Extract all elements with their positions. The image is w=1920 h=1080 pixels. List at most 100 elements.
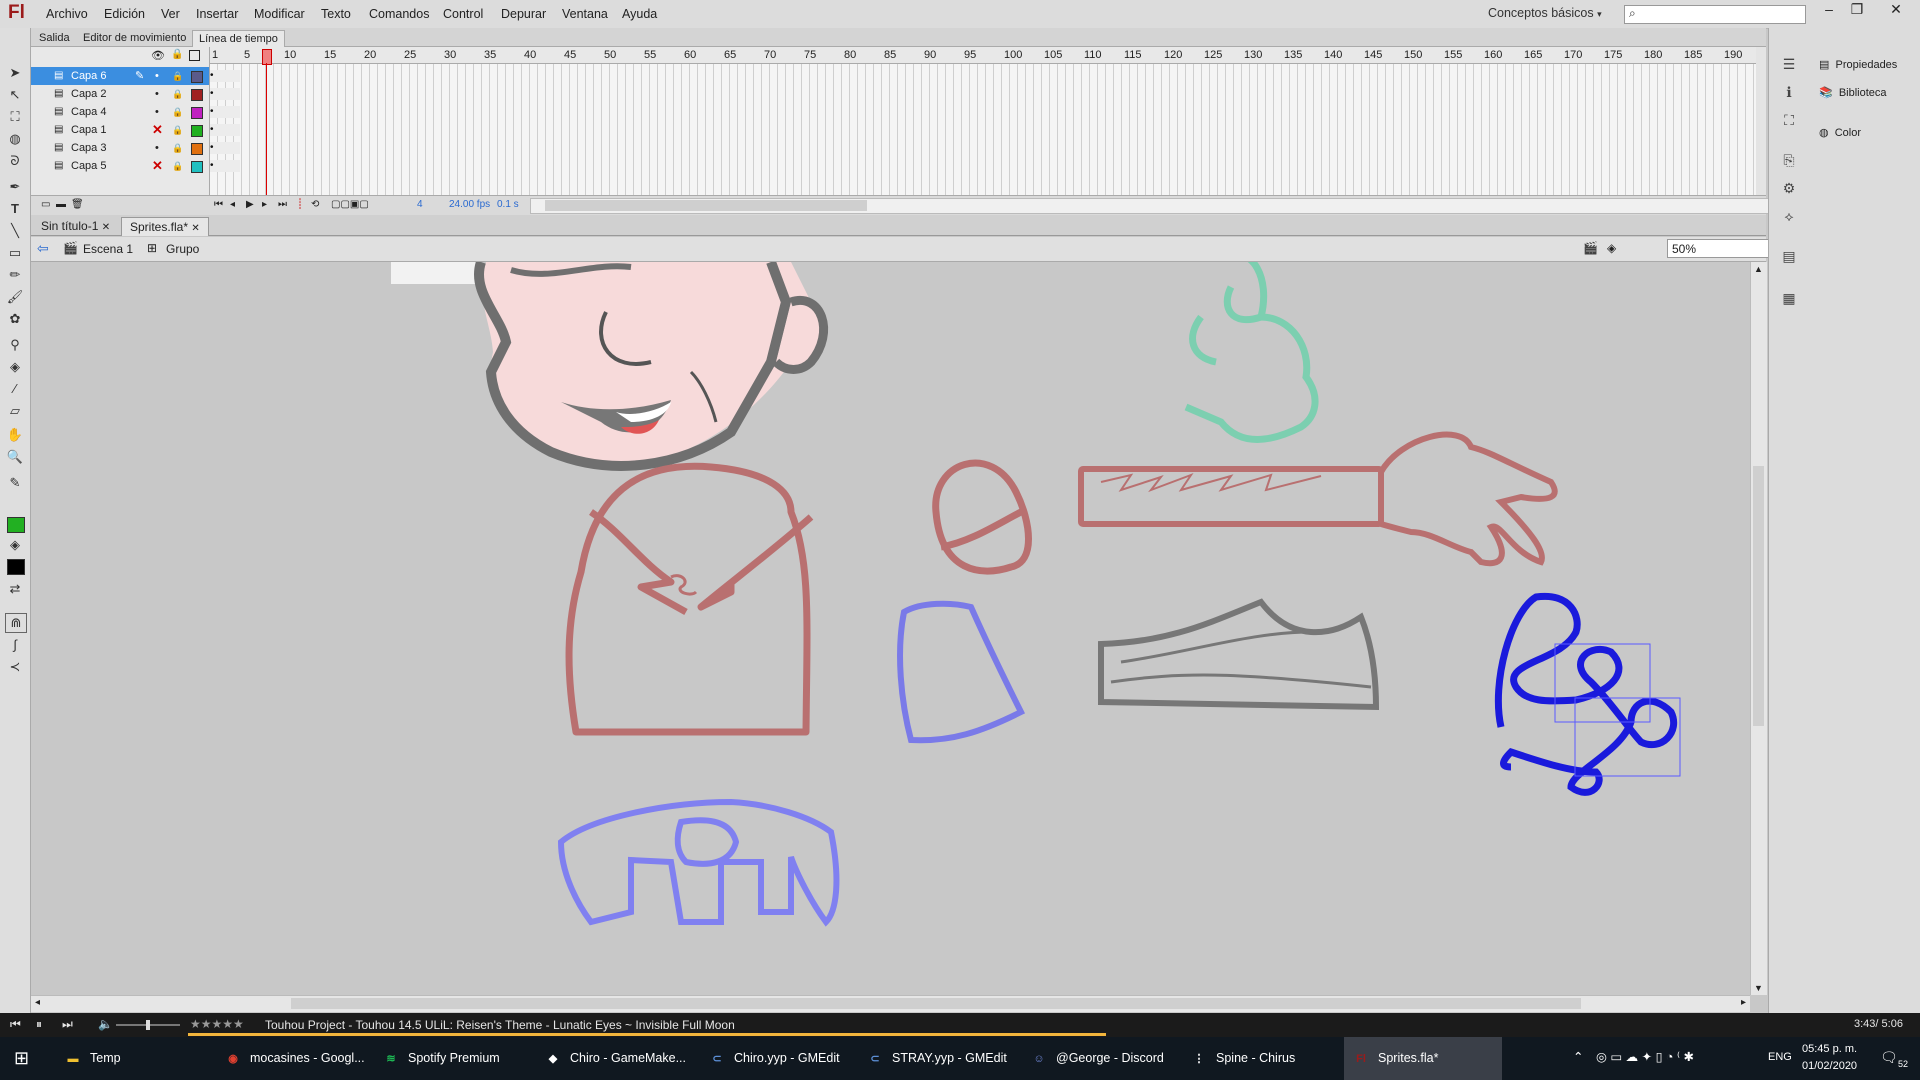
align-icon[interactable]: ☰ <box>1779 56 1799 76</box>
center-frame-icon[interactable]: ┊ <box>297 199 303 210</box>
taskbar-item[interactable]: ◆ Chiro - GameMake... <box>536 1037 694 1080</box>
lock-icon[interactable]: 🔒 <box>172 157 183 175</box>
keyframes[interactable]: • <box>210 160 240 172</box>
layer-color-swatch[interactable] <box>191 143 203 155</box>
lasso-tool-icon[interactable]: ᘐ <box>5 152 25 170</box>
menu-comandos[interactable]: Comandos <box>369 7 429 21</box>
layer-row[interactable]: ▤ Capa 6 ✎ • 🔒 <box>31 67 209 85</box>
menu-ventana[interactable]: Ventana <box>562 7 608 21</box>
lock-icon[interactable]: 🔒 <box>172 85 183 103</box>
volume-slider[interactable] <box>116 1020 180 1030</box>
stage-drawing[interactable] <box>31 262 1747 995</box>
keyframes[interactable]: • <box>210 124 240 136</box>
character-body[interactable] <box>565 462 814 736</box>
layer-color-swatch[interactable] <box>191 71 203 83</box>
blue-shape-sketch[interactable] <box>897 600 1026 744</box>
tray-chevron-icon[interactable]: ⌃ <box>1573 1049 1583 1064</box>
layer-row[interactable]: ▤ Capa 1 ✕ 🔒 <box>31 121 209 139</box>
current-frame-readout[interactable]: 4 <box>417 199 423 210</box>
keyframes[interactable]: • <box>210 106 240 118</box>
hand-tool-icon[interactable]: ✋ <box>5 426 25 444</box>
layer-color-swatch[interactable] <box>191 161 203 173</box>
motion-presets-icon[interactable]: ⟡ <box>1779 208 1799 228</box>
panel-biblioteca[interactable]: 📚 Biblioteca <box>1819 86 1887 99</box>
layer-color-swatch[interactable] <box>191 125 203 137</box>
track-progress[interactable] <box>188 1033 1106 1036</box>
close-icon[interactable]: ✕ <box>191 223 199 234</box>
eraser-tool-icon[interactable]: ▱ <box>5 402 25 420</box>
eyedropper-tool-icon[interactable]: ⁄ <box>5 380 25 398</box>
edit-symbol-icon[interactable]: ◈ <box>1607 241 1616 255</box>
layer-name[interactable]: Capa 3 <box>71 139 106 157</box>
layer-row[interactable]: ▤ Capa 5 ✕ 🔒 <box>31 157 209 175</box>
line-tool-icon[interactable]: ╲ <box>5 222 25 240</box>
play-icon[interactable]: ▶ <box>246 199 254 210</box>
taskbar-item[interactable]: ⋮ Spine - Chirus <box>1182 1037 1340 1080</box>
stage-vertical-scrollbar[interactable]: ▲ ▼ <box>1750 262 1767 995</box>
hidden-x-icon[interactable]: ✕ <box>152 157 163 175</box>
fps-readout[interactable]: 24.00 fps <box>449 199 490 210</box>
taskbar-item[interactable]: Fl Sprites.fla* <box>1344 1037 1502 1080</box>
3d-rotation-tool-icon[interactable]: ◍ <box>5 130 25 148</box>
zoom-tool-icon[interactable]: 🔍 <box>5 448 25 466</box>
minimize-button[interactable]: – <box>1815 1 1843 21</box>
menu-texto[interactable]: Texto <box>321 7 351 21</box>
hidden-x-icon[interactable]: ✕ <box>152 121 163 139</box>
volume-icon[interactable]: 🔈 <box>98 1017 113 1031</box>
project-icon[interactable]: ▤ <box>1779 248 1799 268</box>
windows-start-icon[interactable]: ⊞ <box>14 1048 29 1069</box>
restore-button[interactable]: ❐ <box>1843 1 1871 21</box>
menu-ver[interactable]: Ver <box>161 7 180 21</box>
character-head[interactable] <box>474 262 829 471</box>
swatches-icon[interactable]: ▦ <box>1779 290 1799 310</box>
playhead[interactable] <box>262 47 272 207</box>
transform-icon[interactable]: ⛶ <box>1779 112 1799 132</box>
layer-name[interactable]: Capa 2 <box>71 85 106 103</box>
round-shape-sketch[interactable] <box>932 459 1032 575</box>
layer-color-swatch[interactable] <box>191 107 203 119</box>
stroke-color-swatch[interactable] <box>7 517 25 533</box>
taskbar-item[interactable]: ⊂ Chiro.yyp - GMEdit <box>700 1037 858 1080</box>
belt-sketch[interactable] <box>557 798 840 927</box>
thumbs-up-sketch[interactable] <box>1184 262 1319 443</box>
subselection-tool-icon[interactable]: ↖ <box>5 86 25 104</box>
first-frame-icon[interactable]: ⏮ <box>214 199 223 210</box>
layer-name[interactable]: Capa 4 <box>71 103 106 121</box>
tab-editor-movimiento[interactable]: Editor de movimiento <box>77 30 192 46</box>
menu-insertar[interactable]: Insertar <box>196 7 238 21</box>
breadcrumb-scene[interactable]: Escena 1 <box>83 242 133 256</box>
notifications-icon[interactable]: 🗨 <box>1880 1049 1898 1066</box>
pause-icon[interactable]: ⏸ <box>36 1017 42 1032</box>
layer-row[interactable]: ▤ Capa 3 • 🔒 <box>31 139 209 157</box>
onion-skin-icon[interactable]: ▢▢▣▢ <box>331 199 369 210</box>
eye-icon[interactable]: 👁 <box>151 49 165 62</box>
fill-color-icon[interactable]: ◈ <box>5 536 25 554</box>
keyframes[interactable]: • <box>210 88 240 100</box>
clock-time[interactable]: 05:45 p. m. <box>1802 1043 1857 1055</box>
rectangle-tool-icon[interactable]: ▭ <box>5 244 25 262</box>
rating-stars[interactable]: ★★★★★ <box>190 1017 244 1031</box>
lock-icon[interactable]: 🔒 <box>172 139 183 157</box>
taskbar-item[interactable]: ☺ @George - Discord <box>1022 1037 1180 1080</box>
visible-dot-icon[interactable]: • <box>155 103 159 121</box>
snap-magnet-icon[interactable]: ⋒ <box>5 613 27 633</box>
menu-modificar[interactable]: Modificar <box>254 7 305 21</box>
tab-salida[interactable]: Salida <box>33 30 76 46</box>
next-frame-icon[interactable]: ▸ <box>262 199 267 210</box>
tab-linea-tiempo[interactable]: Línea de tiempo <box>192 30 285 47</box>
layer-name[interactable]: Capa 5 <box>71 157 106 175</box>
workspace-switcher[interactable]: Conceptos básicos ▾ <box>1488 6 1602 20</box>
prev-frame-icon[interactable]: ◂ <box>230 199 235 210</box>
shoe-sketch[interactable] <box>1098 598 1380 711</box>
next-track-icon[interactable]: ⏭ <box>62 1017 73 1032</box>
frame-ruler[interactable]: 1 5 10 15 20 25 30 35 40 45 50 55 60 65 70 75 80 85 90 95 10… <box>210 47 1756 64</box>
scroll-left-icon[interactable]: ◂ <box>35 997 40 1008</box>
lock-icon[interactable]: 🔒 <box>172 121 183 139</box>
loop-icon[interactable]: ⟲ <box>311 199 319 210</box>
layer-row[interactable]: ▤ Capa 4 • 🔒 <box>31 103 209 121</box>
hscroll-thumb[interactable] <box>291 998 1581 1009</box>
scroll-down-icon[interactable]: ▼ <box>1754 983 1763 993</box>
last-frame-icon[interactable]: ⏭ <box>278 199 287 210</box>
time-readout[interactable]: 0.1 s <box>497 199 519 210</box>
info-icon[interactable]: ℹ <box>1779 84 1799 104</box>
